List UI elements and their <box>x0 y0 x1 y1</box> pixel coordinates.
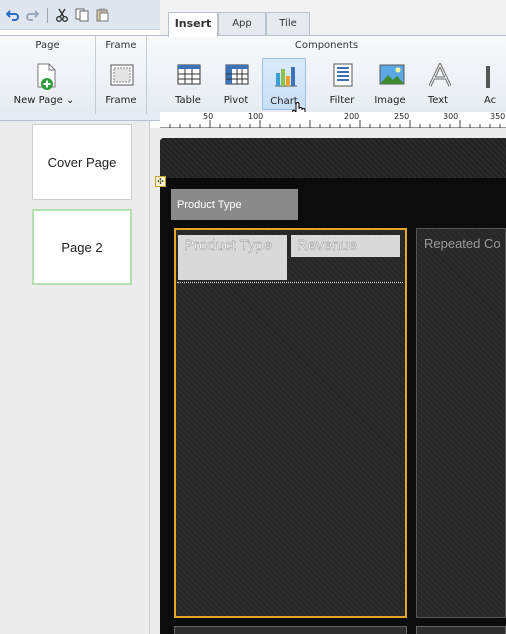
redo-icon[interactable] <box>25 8 39 22</box>
ribbon-tab-strip: Insert App Tile <box>160 0 506 37</box>
ruler-label: 200 <box>344 112 360 121</box>
undo-icon[interactable] <box>6 8 20 22</box>
group-header-frame: Frame <box>105 40 137 51</box>
page-thumbnail-label: Cover Page <box>47 154 117 170</box>
page-list-panel: Cover Page Page 2 <box>0 121 150 634</box>
cut-icon[interactable] <box>55 8 69 22</box>
more-component-button[interactable]: Ac <box>464 58 506 110</box>
pivot-label: Pivot <box>223 95 249 106</box>
frame-label: Frame <box>105 95 137 106</box>
frame-icon <box>110 64 134 86</box>
filter-icon <box>333 63 353 87</box>
page-thumbnail-cover[interactable]: Cover Page <box>32 124 132 200</box>
page-thumbnail-label: Page 2 <box>61 239 103 255</box>
header-divider <box>177 282 403 283</box>
page-thumbnail-page-2[interactable]: Page 2 <box>32 209 132 285</box>
column-header-revenue[interactable]: Revenue <box>291 235 400 257</box>
ruler-label: 100 <box>248 112 264 121</box>
repeated-region-label: Repeated Co <box>424 236 501 251</box>
ruler-label: 350 <box>490 112 506 121</box>
table-label: Table <box>175 95 201 106</box>
table-button[interactable]: Table <box>166 58 210 110</box>
column-header-product-type[interactable]: Product Type <box>178 235 287 280</box>
copy-icon[interactable] <box>75 8 89 22</box>
tab-tile[interactable]: Tile <box>266 12 310 36</box>
ribbon-panel: Page Frame Components New Page ⌄ Frame T… <box>0 35 506 121</box>
pivot-icon <box>225 64 249 85</box>
filter-label: Filter <box>329 95 355 106</box>
product-type-prompt[interactable]: Product Type <box>171 189 298 220</box>
repeated-region[interactable] <box>416 228 506 618</box>
lower-region-right <box>416 626 506 634</box>
table-icon <box>177 64 201 85</box>
image-label: Image <box>374 95 406 106</box>
pivot-button[interactable]: Pivot <box>214 58 258 110</box>
lower-region-left <box>174 626 407 634</box>
group-header-components: Components <box>294 40 359 51</box>
image-icon <box>379 64 405 85</box>
ruler-label: 250 <box>394 112 410 121</box>
new-page-icon <box>37 63 56 90</box>
toolbar-separator <box>47 8 48 23</box>
ruler-label: 300 <box>443 112 459 121</box>
filter-button[interactable]: Filter <box>320 58 364 110</box>
tab-insert[interactable]: Insert <box>168 12 218 37</box>
paste-icon[interactable] <box>95 8 109 22</box>
text-icon <box>428 63 452 87</box>
group-header-page: Page <box>35 40 60 51</box>
tab-app[interactable]: App <box>218 12 266 36</box>
frame-button[interactable]: Frame <box>99 58 143 110</box>
ruler-label: 50 <box>203 112 214 121</box>
more-component-label: Ac <box>484 95 497 106</box>
text-button[interactable]: Text <box>416 58 460 110</box>
dashboard-header-band <box>160 138 506 178</box>
move-handle-icon[interactable]: ✣ <box>155 176 166 187</box>
text-label: Text <box>427 95 449 106</box>
horizontal-ruler: 50 100 200 250 300 350 <box>160 112 506 128</box>
image-button[interactable]: Image <box>368 58 412 110</box>
new-page-button[interactable]: New Page ⌄ <box>14 58 74 110</box>
chart-icon <box>275 67 297 87</box>
quick-access-toolbar <box>0 0 160 30</box>
new-page-label: New Page ⌄ <box>13 95 75 106</box>
selected-table-region[interactable] <box>174 228 407 618</box>
ruler-ticks <box>169 120 501 128</box>
